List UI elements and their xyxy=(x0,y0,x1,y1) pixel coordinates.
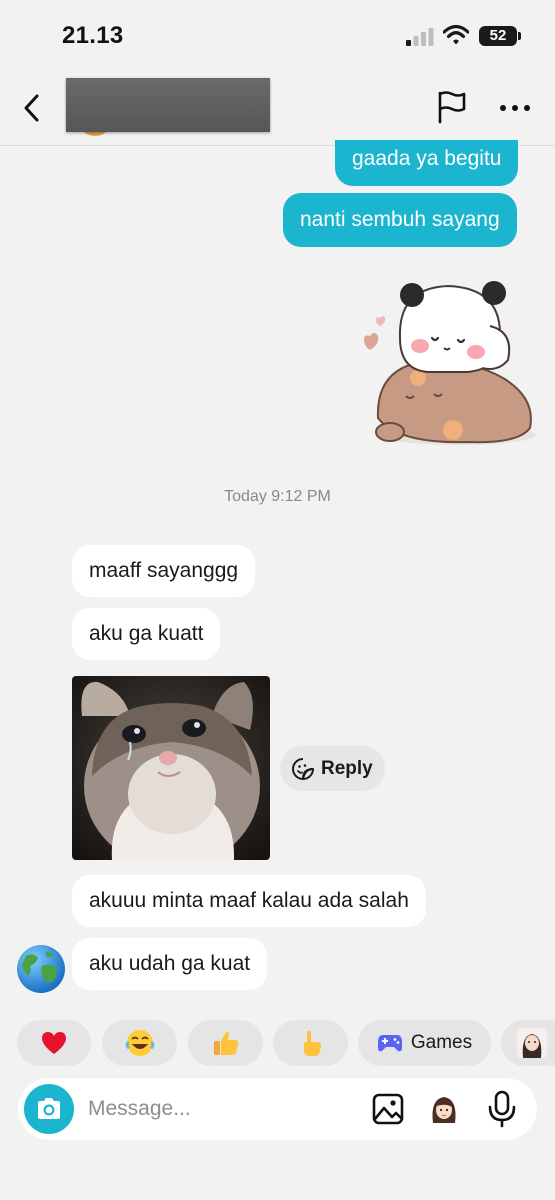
message-bubble-incoming[interactable]: maaff sayanggg xyxy=(72,545,256,597)
avatar-sticker-icon[interactable] xyxy=(428,1093,460,1125)
heart-icon xyxy=(42,1032,66,1054)
thumbs-up-icon xyxy=(213,1031,238,1055)
status-time: 21.13 xyxy=(62,22,124,49)
pointing-hand-icon xyxy=(303,1030,321,1056)
chevron-left-icon[interactable] xyxy=(20,92,44,124)
message-input[interactable] xyxy=(88,1095,358,1123)
flag-icon[interactable] xyxy=(436,90,468,124)
reply-label: Reply xyxy=(321,757,373,779)
message-bubble-outgoing[interactable]: gaada ya begitu xyxy=(335,140,519,186)
status-bar: 21.13 52 xyxy=(0,0,555,72)
globe-avatar-icon[interactable] xyxy=(16,944,66,994)
panda-bear-sticker[interactable] xyxy=(358,268,538,453)
games-label: Games xyxy=(410,1032,473,1053)
message-bubble-incoming[interactable]: akuuu minta maaf kalau ada salah xyxy=(72,875,426,927)
heart-reaction-chip[interactable] xyxy=(17,1020,91,1066)
wifi-icon xyxy=(443,24,469,45)
image-icon[interactable] xyxy=(372,1093,404,1125)
cellular-signal-icon xyxy=(406,28,434,46)
message-bubble-incoming[interactable]: aku udah ga kuat xyxy=(72,938,268,990)
message-composer xyxy=(18,1078,537,1140)
sticker-icon xyxy=(292,757,314,780)
quick-reactions-bar: Games xyxy=(0,1020,555,1068)
camera-icon xyxy=(38,1098,60,1119)
laughing-face-icon xyxy=(125,1030,154,1056)
contact-name-redacted[interactable] xyxy=(66,78,270,132)
chat-header xyxy=(0,72,555,146)
laughing-reaction-chip[interactable] xyxy=(102,1020,177,1066)
message-bubble-outgoing[interactable]: nanti sembuh sayang xyxy=(283,193,517,247)
avatar-sticker-icon xyxy=(517,1028,547,1058)
avatar-sticker-chip[interactable] xyxy=(501,1020,555,1066)
games-chip[interactable]: Games xyxy=(358,1020,491,1066)
gamepad-icon xyxy=(377,1035,402,1052)
reply-button[interactable]: Reply xyxy=(280,746,385,791)
crying-kitten-image[interactable] xyxy=(72,676,270,860)
message-timestamp: Today 9:12 PM xyxy=(224,488,331,505)
camera-button[interactable] xyxy=(24,1084,74,1134)
thumbs-up-reaction-chip[interactable] xyxy=(188,1020,263,1066)
pointing-reaction-chip[interactable] xyxy=(273,1020,348,1066)
battery-indicator: 52 xyxy=(479,26,521,46)
microphone-icon[interactable] xyxy=(487,1090,517,1128)
message-bubble-incoming[interactable]: aku ga kuatt xyxy=(72,608,221,660)
more-horizontal-icon[interactable] xyxy=(499,104,531,112)
